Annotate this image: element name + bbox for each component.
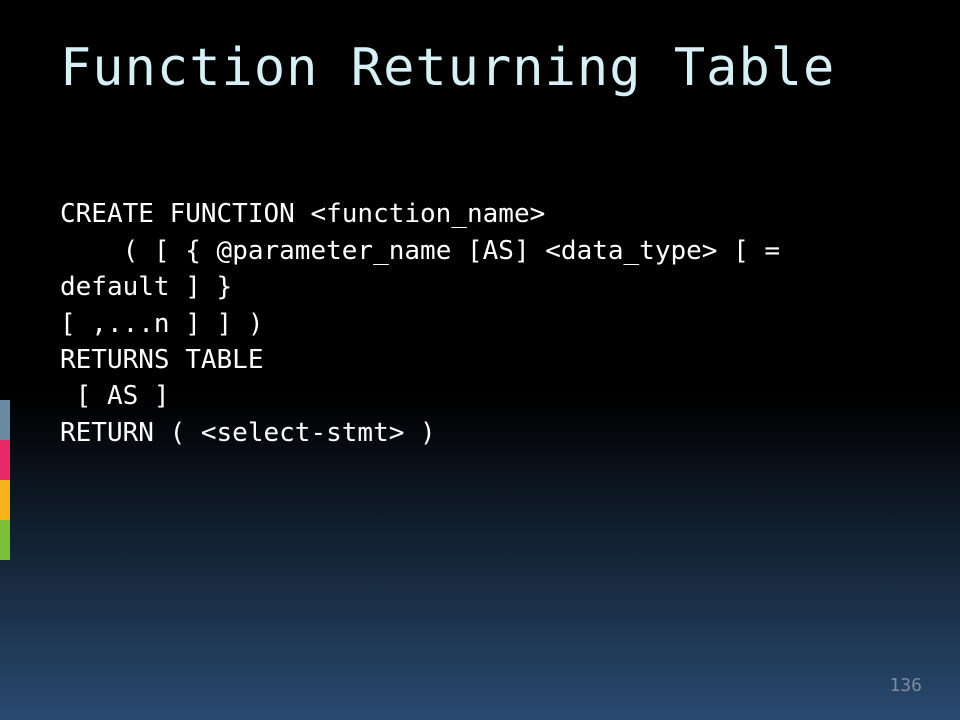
code-line: [ AS ] — [60, 381, 170, 411]
slide: Function Returning Table CREATE FUNCTION… — [0, 0, 960, 720]
accent-bar — [0, 520, 10, 560]
accent-bar — [0, 400, 10, 440]
accent-bar — [0, 480, 10, 520]
code-line: RETURNS TABLE — [60, 345, 264, 375]
code-line: ( [ { @parameter_name [AS] <data_type> [… — [60, 236, 796, 302]
accent-bar — [0, 440, 10, 480]
slide-body: CREATE FUNCTION <function_name> ( [ { @p… — [60, 160, 900, 488]
slide-title: Function Returning Table — [60, 38, 920, 98]
code-line: CREATE FUNCTION <function_name> — [60, 199, 545, 229]
accent-bars — [0, 400, 10, 560]
code-line: RETURN ( <select-stmt> ) — [60, 418, 436, 448]
code-line: [ ,...n ] ] ) — [60, 309, 264, 339]
page-number: 136 — [889, 675, 922, 696]
